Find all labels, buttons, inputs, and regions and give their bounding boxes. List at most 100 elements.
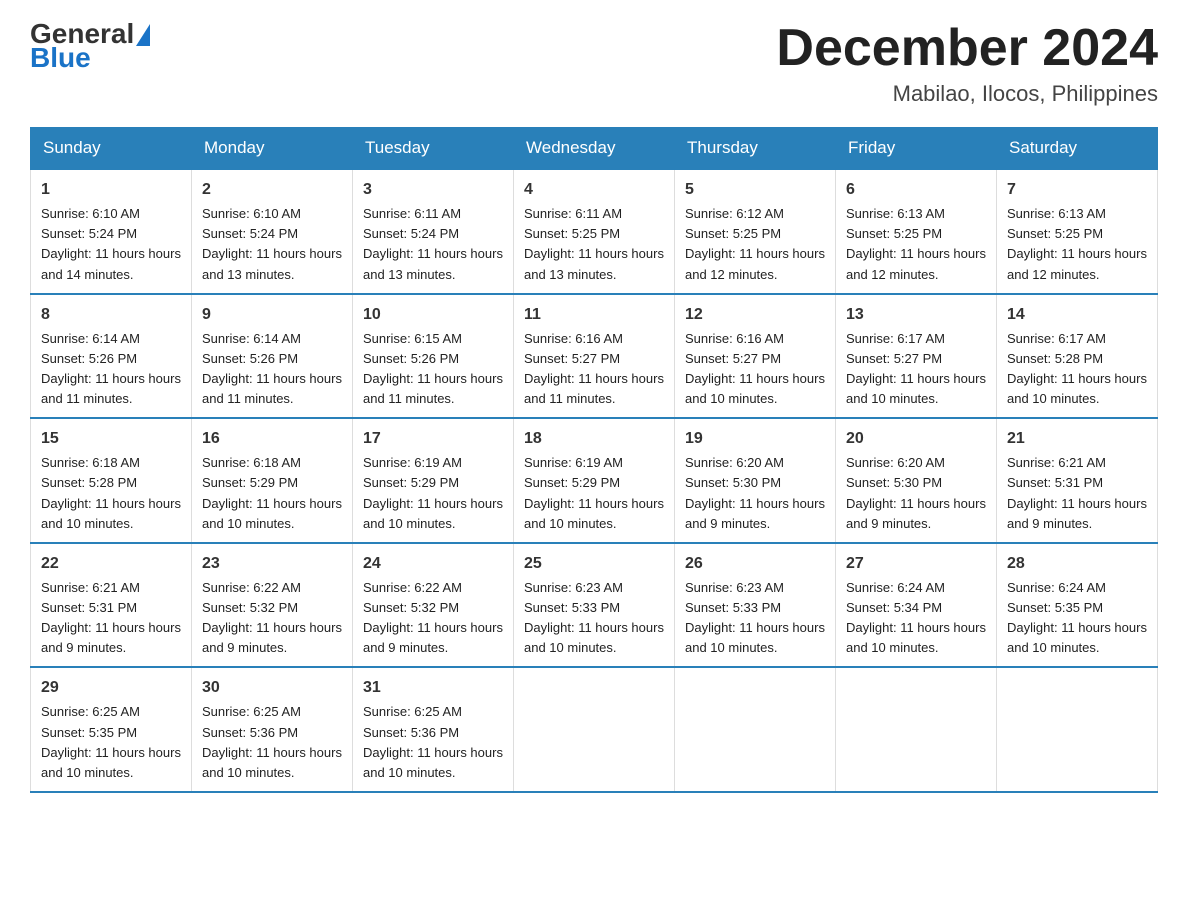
title-section: December 2024 Mabilao, Ilocos, Philippin… (776, 20, 1158, 107)
day-number: 5 (685, 178, 825, 202)
calendar-cell: 16 Sunrise: 6:18 AMSunset: 5:29 PMDaylig… (192, 418, 353, 543)
day-number: 27 (846, 552, 986, 576)
day-info: Sunrise: 6:22 AMSunset: 5:32 PMDaylight:… (202, 578, 342, 659)
logo-triangle-icon (136, 24, 150, 46)
calendar-cell: 6 Sunrise: 6:13 AMSunset: 5:25 PMDayligh… (836, 169, 997, 294)
calendar-cell (675, 667, 836, 792)
day-number: 14 (1007, 303, 1147, 327)
day-number: 13 (846, 303, 986, 327)
calendar-cell: 18 Sunrise: 6:19 AMSunset: 5:29 PMDaylig… (514, 418, 675, 543)
logo: General Blue (30, 20, 150, 72)
calendar-week-row: 15 Sunrise: 6:18 AMSunset: 5:28 PMDaylig… (31, 418, 1158, 543)
calendar-cell: 15 Sunrise: 6:18 AMSunset: 5:28 PMDaylig… (31, 418, 192, 543)
day-info: Sunrise: 6:11 AMSunset: 5:24 PMDaylight:… (363, 204, 503, 285)
day-info: Sunrise: 6:18 AMSunset: 5:28 PMDaylight:… (41, 453, 181, 534)
day-info: Sunrise: 6:21 AMSunset: 5:31 PMDaylight:… (41, 578, 181, 659)
day-number: 29 (41, 676, 181, 700)
day-info: Sunrise: 6:25 AMSunset: 5:36 PMDaylight:… (363, 702, 503, 783)
calendar-cell: 10 Sunrise: 6:15 AMSunset: 5:26 PMDaylig… (353, 294, 514, 419)
day-info: Sunrise: 6:13 AMSunset: 5:25 PMDaylight:… (846, 204, 986, 285)
calendar-cell: 5 Sunrise: 6:12 AMSunset: 5:25 PMDayligh… (675, 169, 836, 294)
day-number: 22 (41, 552, 181, 576)
day-number: 2 (202, 178, 342, 202)
day-number: 4 (524, 178, 664, 202)
calendar-cell: 13 Sunrise: 6:17 AMSunset: 5:27 PMDaylig… (836, 294, 997, 419)
day-info: Sunrise: 6:20 AMSunset: 5:30 PMDaylight:… (846, 453, 986, 534)
day-info: Sunrise: 6:22 AMSunset: 5:32 PMDaylight:… (363, 578, 503, 659)
day-number: 9 (202, 303, 342, 327)
day-number: 16 (202, 427, 342, 451)
calendar-cell: 11 Sunrise: 6:16 AMSunset: 5:27 PMDaylig… (514, 294, 675, 419)
calendar-cell: 22 Sunrise: 6:21 AMSunset: 5:31 PMDaylig… (31, 543, 192, 668)
month-title: December 2024 (776, 20, 1158, 77)
calendar-cell: 1 Sunrise: 6:10 AMSunset: 5:24 PMDayligh… (31, 169, 192, 294)
day-info: Sunrise: 6:10 AMSunset: 5:24 PMDaylight:… (202, 204, 342, 285)
calendar-cell: 27 Sunrise: 6:24 AMSunset: 5:34 PMDaylig… (836, 543, 997, 668)
calendar-cell: 7 Sunrise: 6:13 AMSunset: 5:25 PMDayligh… (997, 169, 1158, 294)
day-number: 30 (202, 676, 342, 700)
day-number: 1 (41, 178, 181, 202)
day-info: Sunrise: 6:24 AMSunset: 5:34 PMDaylight:… (846, 578, 986, 659)
day-info: Sunrise: 6:19 AMSunset: 5:29 PMDaylight:… (363, 453, 503, 534)
day-info: Sunrise: 6:20 AMSunset: 5:30 PMDaylight:… (685, 453, 825, 534)
calendar-cell: 25 Sunrise: 6:23 AMSunset: 5:33 PMDaylig… (514, 543, 675, 668)
day-info: Sunrise: 6:23 AMSunset: 5:33 PMDaylight:… (524, 578, 664, 659)
day-number: 8 (41, 303, 181, 327)
day-number: 28 (1007, 552, 1147, 576)
day-number: 10 (363, 303, 503, 327)
day-number: 23 (202, 552, 342, 576)
day-info: Sunrise: 6:17 AMSunset: 5:27 PMDaylight:… (846, 329, 986, 410)
calendar-cell: 9 Sunrise: 6:14 AMSunset: 5:26 PMDayligh… (192, 294, 353, 419)
day-number: 31 (363, 676, 503, 700)
calendar-cell: 14 Sunrise: 6:17 AMSunset: 5:28 PMDaylig… (997, 294, 1158, 419)
day-info: Sunrise: 6:25 AMSunset: 5:35 PMDaylight:… (41, 702, 181, 783)
day-header-monday: Monday (192, 128, 353, 170)
calendar-cell: 30 Sunrise: 6:25 AMSunset: 5:36 PMDaylig… (192, 667, 353, 792)
day-header-wednesday: Wednesday (514, 128, 675, 170)
day-number: 26 (685, 552, 825, 576)
calendar-cell (997, 667, 1158, 792)
page-header: General Blue December 2024 Mabilao, Iloc… (30, 20, 1158, 107)
calendar-cell: 23 Sunrise: 6:22 AMSunset: 5:32 PMDaylig… (192, 543, 353, 668)
logo-blue-text: Blue (30, 44, 150, 72)
calendar-week-row: 22 Sunrise: 6:21 AMSunset: 5:31 PMDaylig… (31, 543, 1158, 668)
day-number: 25 (524, 552, 664, 576)
day-number: 17 (363, 427, 503, 451)
calendar-cell: 29 Sunrise: 6:25 AMSunset: 5:35 PMDaylig… (31, 667, 192, 792)
day-info: Sunrise: 6:16 AMSunset: 5:27 PMDaylight:… (685, 329, 825, 410)
day-info: Sunrise: 6:11 AMSunset: 5:25 PMDaylight:… (524, 204, 664, 285)
day-info: Sunrise: 6:15 AMSunset: 5:26 PMDaylight:… (363, 329, 503, 410)
calendar-cell: 3 Sunrise: 6:11 AMSunset: 5:24 PMDayligh… (353, 169, 514, 294)
day-number: 12 (685, 303, 825, 327)
calendar-cell: 12 Sunrise: 6:16 AMSunset: 5:27 PMDaylig… (675, 294, 836, 419)
day-info: Sunrise: 6:16 AMSunset: 5:27 PMDaylight:… (524, 329, 664, 410)
calendar-cell: 20 Sunrise: 6:20 AMSunset: 5:30 PMDaylig… (836, 418, 997, 543)
day-info: Sunrise: 6:25 AMSunset: 5:36 PMDaylight:… (202, 702, 342, 783)
calendar-cell (836, 667, 997, 792)
day-number: 6 (846, 178, 986, 202)
day-number: 15 (41, 427, 181, 451)
day-info: Sunrise: 6:19 AMSunset: 5:29 PMDaylight:… (524, 453, 664, 534)
calendar-table: SundayMondayTuesdayWednesdayThursdayFrid… (30, 127, 1158, 793)
day-info: Sunrise: 6:10 AMSunset: 5:24 PMDaylight:… (41, 204, 181, 285)
day-header-saturday: Saturday (997, 128, 1158, 170)
calendar-cell: 2 Sunrise: 6:10 AMSunset: 5:24 PMDayligh… (192, 169, 353, 294)
day-info: Sunrise: 6:21 AMSunset: 5:31 PMDaylight:… (1007, 453, 1147, 534)
day-number: 18 (524, 427, 664, 451)
calendar-cell: 24 Sunrise: 6:22 AMSunset: 5:32 PMDaylig… (353, 543, 514, 668)
day-info: Sunrise: 6:14 AMSunset: 5:26 PMDaylight:… (41, 329, 181, 410)
calendar-week-row: 8 Sunrise: 6:14 AMSunset: 5:26 PMDayligh… (31, 294, 1158, 419)
calendar-cell: 19 Sunrise: 6:20 AMSunset: 5:30 PMDaylig… (675, 418, 836, 543)
calendar-header-row: SundayMondayTuesdayWednesdayThursdayFrid… (31, 128, 1158, 170)
day-header-sunday: Sunday (31, 128, 192, 170)
day-info: Sunrise: 6:14 AMSunset: 5:26 PMDaylight:… (202, 329, 342, 410)
day-info: Sunrise: 6:24 AMSunset: 5:35 PMDaylight:… (1007, 578, 1147, 659)
day-header-thursday: Thursday (675, 128, 836, 170)
calendar-cell: 26 Sunrise: 6:23 AMSunset: 5:33 PMDaylig… (675, 543, 836, 668)
day-info: Sunrise: 6:23 AMSunset: 5:33 PMDaylight:… (685, 578, 825, 659)
day-number: 11 (524, 303, 664, 327)
day-number: 24 (363, 552, 503, 576)
calendar-cell: 4 Sunrise: 6:11 AMSunset: 5:25 PMDayligh… (514, 169, 675, 294)
day-info: Sunrise: 6:13 AMSunset: 5:25 PMDaylight:… (1007, 204, 1147, 285)
day-info: Sunrise: 6:12 AMSunset: 5:25 PMDaylight:… (685, 204, 825, 285)
